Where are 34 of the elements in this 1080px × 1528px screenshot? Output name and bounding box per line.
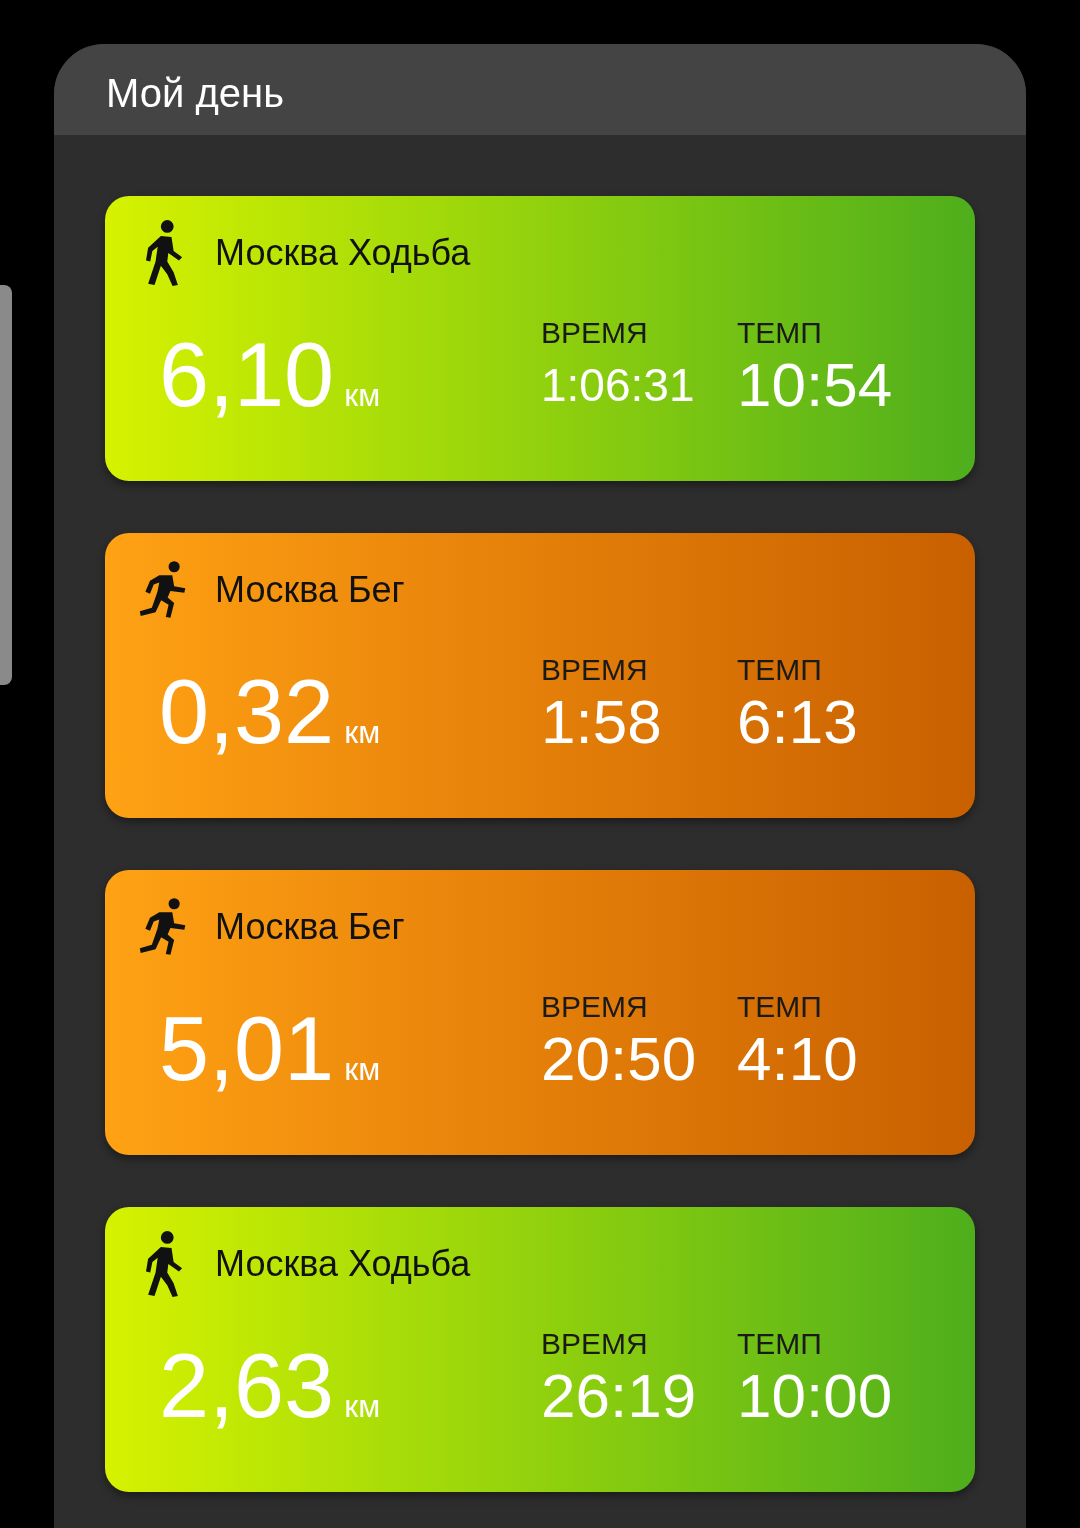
time-label: ВРЕМЯ [541, 990, 649, 1024]
activity-title: Москва Ходьба [215, 1243, 471, 1285]
pace-label: ТЕМП [737, 316, 823, 350]
activity-card[interactable]: Москва Бег 5,01 км ВРЕМЯ 20:50 ТЕМП 4:10 [105, 870, 975, 1155]
time-label: ВРЕМЯ [541, 653, 649, 687]
time-value: 26:19 [541, 1361, 698, 1431]
distance-value: 2,63 [159, 1341, 335, 1431]
distance-unit: км [344, 1051, 381, 1088]
time-value: 1:58 [541, 687, 663, 757]
distance-unit: км [344, 377, 381, 414]
activity-title: Москва Бег [215, 906, 405, 948]
activity-card[interactable]: Москва Ходьба 2,63 км ВРЕМЯ 26:19 ТЕМП 10:00 [105, 1207, 975, 1492]
time-label: ВРЕМЯ [541, 1327, 649, 1361]
pace-value: 4:10 [737, 1024, 859, 1094]
pace-label: ТЕМП [737, 990, 823, 1024]
activity-title: Москва Бег [215, 569, 405, 611]
page-title: Мой день [106, 70, 284, 116]
pace-label: ТЕМП [737, 653, 823, 687]
distance-unit: км [344, 1388, 381, 1425]
time-value: 1:06:31 [541, 358, 696, 413]
time-label: ВРЕМЯ [541, 316, 649, 350]
pace-value: 10:00 [737, 1361, 894, 1431]
activity-card[interactable]: Москва Бег 0,32 км ВРЕМЯ 1:58 ТЕМП 6:13 [105, 533, 975, 818]
activity-card[interactable]: Москва Ходьба 6,10 км ВРЕМЯ 1:06:31 ТЕМП 10:54 [105, 196, 975, 481]
activity-title: Москва Ходьба [215, 232, 471, 274]
distance-value: 6,10 [159, 330, 335, 420]
pace-label: ТЕМП [737, 1327, 823, 1361]
distance-value: 5,01 [159, 1004, 335, 1094]
pace-value: 10:54 [737, 350, 894, 420]
edge-handle[interactable] [0, 285, 12, 685]
distance-value: 0,32 [159, 667, 335, 757]
time-value: 20:50 [541, 1024, 698, 1094]
pace-value: 6:13 [737, 687, 859, 757]
distance-unit: км [344, 714, 381, 751]
